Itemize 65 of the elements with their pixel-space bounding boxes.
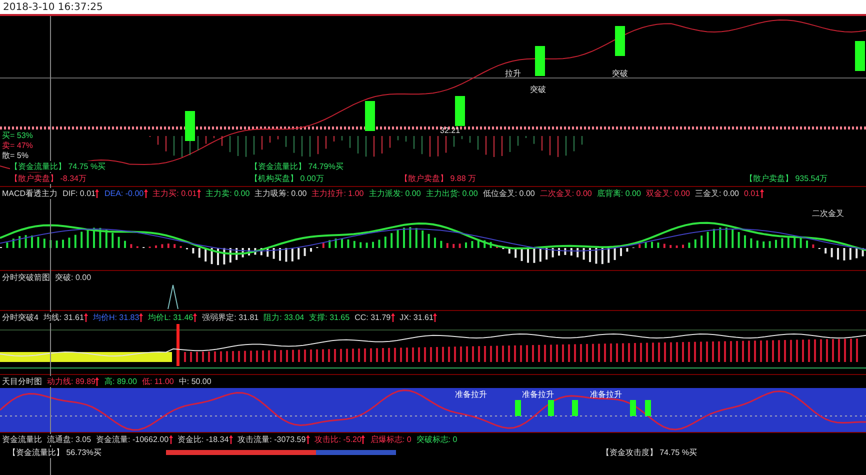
indicator-reading: CC: 31.79 — [354, 313, 395, 322]
signal-marker: 32.21 — [440, 126, 460, 135]
indicator-title: MACD看透主力 — [2, 188, 58, 199]
indicator-reading: DIF: 0.01 — [62, 189, 100, 198]
indicator-reading: 支撑: 31.65 — [309, 312, 350, 323]
indicator-reading: 均价H: 31.83 — [92, 312, 144, 323]
indicator-title: 天目分时图 — [2, 376, 42, 387]
indicator-reading: 低: 11.00 — [142, 376, 174, 387]
signal-marker: 二次金叉 — [812, 208, 844, 219]
indicator-reading: 突破标志: 0 — [416, 434, 458, 445]
indicator-reading: 主力拉升: 1.00 — [312, 188, 364, 199]
indicator-reading: 双金叉: 0.00 — [646, 188, 690, 199]
indicator-reading: 主力派发: 0.00 — [368, 188, 421, 199]
signal-marker: 拉升 — [505, 68, 521, 79]
candle — [455, 96, 465, 126]
signal-marker: 突破 — [612, 68, 628, 79]
flow-tag: 【资金流量比】 74.75 %买 — [10, 161, 106, 172]
indicator-title: 分时突破4 — [2, 312, 38, 323]
indicator-title: 资金流量比 — [2, 434, 42, 445]
indicator-reading: 攻击比: -5.20 — [314, 434, 366, 445]
indicator-reading: 主力卖: 0.00 — [206, 188, 250, 199]
indicator-reading: 启爆标志: 0 — [370, 434, 412, 445]
indicator-reading: 中: 50.00 — [178, 376, 212, 387]
signal-marker: 准备拉升 — [455, 389, 487, 400]
ratio-label: 散= 5% — [2, 150, 28, 161]
indicator-reading: 均线: 31.61 — [43, 312, 88, 323]
datetime-label: 2018-3-10 16:37:25 — [3, 2, 103, 12]
indicator-title: 分时突破箭图 — [2, 272, 50, 283]
indicator-reading: 三金叉: 0.00 — [694, 188, 739, 199]
indicator-reading: 主力吸筹: 0.00 — [254, 188, 307, 199]
signal-bar — [515, 400, 521, 416]
spike-line-drawing — [167, 284, 179, 309]
indicator-reading: 资金比: -18.34 — [178, 434, 233, 445]
indicator-reading: 阻力: 33.04 — [264, 312, 304, 323]
ratio-label: 买= 53% — [2, 130, 33, 141]
indicator-reading: 均价L: 31.46 — [148, 312, 198, 323]
indicator-reading: 二次金叉: 0.00 — [540, 188, 592, 199]
indicator-reading: 流通盘: 3.05 — [47, 434, 92, 445]
candle — [185, 111, 195, 141]
signal-bar — [572, 400, 578, 416]
indicator-reading: 动力线: 89.89 — [47, 376, 100, 387]
signal-marker: 准备拉升 — [522, 389, 554, 400]
candle — [365, 101, 375, 131]
indicator-reading: 0.01 — [744, 189, 764, 198]
indicator-reading: 突破: 0.00 — [55, 272, 92, 283]
signal-marker: 准备拉升 — [590, 389, 622, 400]
indicator-reading: 资金流量: -10662.00 — [96, 434, 173, 445]
candle — [855, 41, 865, 71]
signal-bar — [548, 400, 554, 416]
indicator-reading: DEA: -0.00 — [104, 189, 148, 198]
candle — [615, 26, 625, 56]
indicator-reading: 高: 89.00 — [104, 376, 137, 387]
signal-bar — [630, 400, 636, 416]
indicator-reading: 底背离: 0.00 — [596, 188, 641, 199]
indicator-reading: 主力出货: 0.00 — [426, 188, 478, 199]
indicator-reading: 攻击流量: -3073.59 — [238, 434, 310, 445]
indicator-reading: 强弱界定: 31.81 — [202, 312, 259, 323]
indicator-reading: 主力买: 0.01 — [152, 188, 201, 199]
ratio-label: 卖= 47% — [2, 140, 33, 151]
spike-bar — [176, 324, 180, 366]
candle — [535, 46, 545, 76]
indicator-reading: JX: 31.61 — [400, 313, 438, 322]
indicator-reading: 低位金叉: 0.00 — [482, 188, 535, 199]
signal-bar — [645, 400, 651, 416]
signal-marker: 突破 — [530, 84, 546, 95]
